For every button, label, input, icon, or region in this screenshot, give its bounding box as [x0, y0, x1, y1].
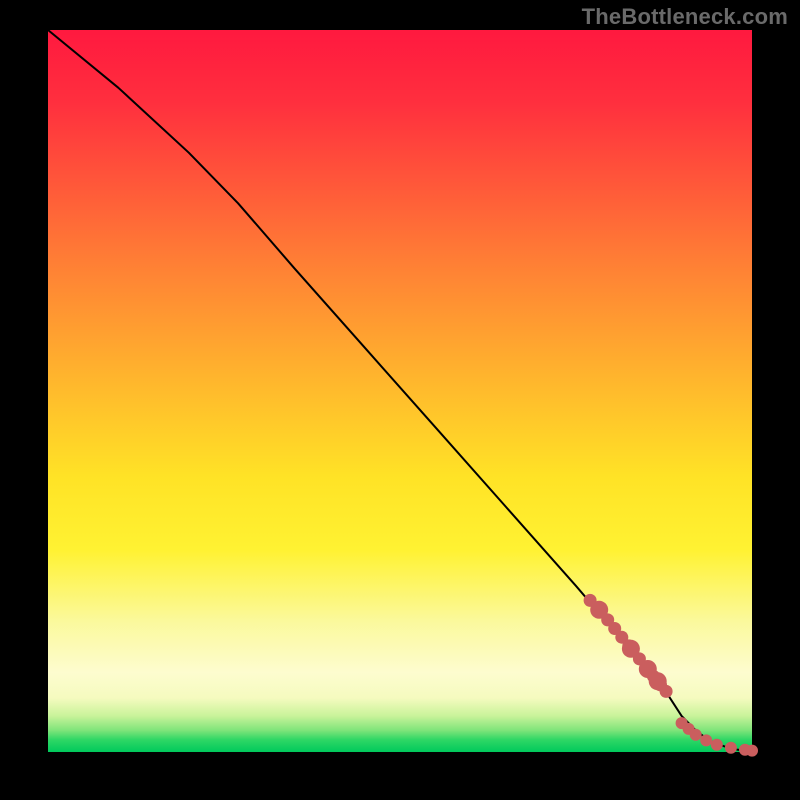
scatter-dot [746, 745, 758, 757]
chart-frame: TheBottleneck.com [0, 0, 800, 800]
bottleneck-curve [48, 30, 752, 751]
scatter-dot [711, 739, 723, 751]
scatter-dot [649, 672, 667, 690]
scatter-dot [622, 640, 640, 658]
scatter-dot [690, 729, 702, 741]
scatter-dot [700, 734, 712, 746]
scatter-dots [584, 594, 758, 757]
scatter-dot [590, 601, 608, 619]
plot-overlay [48, 30, 752, 752]
watermark-text: TheBottleneck.com [582, 4, 788, 30]
scatter-dot [725, 742, 737, 754]
